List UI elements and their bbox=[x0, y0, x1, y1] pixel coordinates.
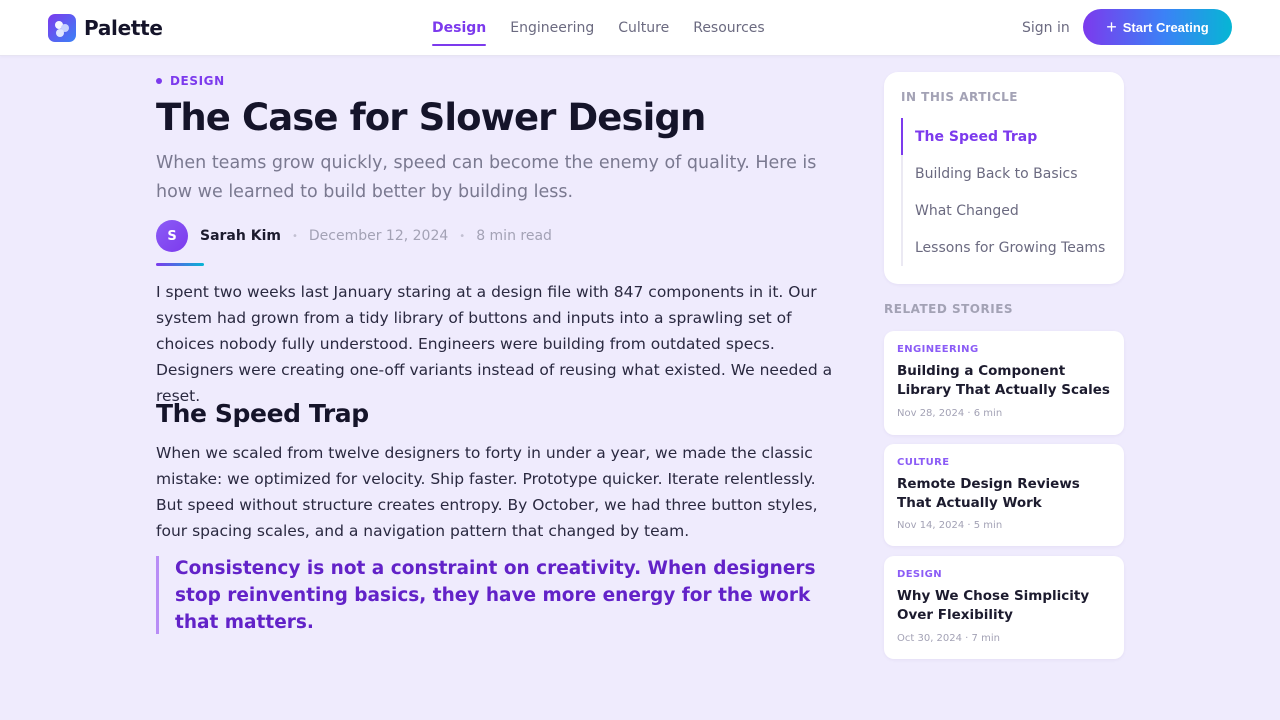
toc-item-lessons-for-growing-teams[interactable]: Lessons for Growing Teams bbox=[901, 229, 1105, 266]
story-category: DESIGN bbox=[897, 569, 943, 580]
story-meta: Nov 28, 2024 · 6 min bbox=[897, 408, 1003, 419]
toc-list: The Speed Trap Building Back to Basics W… bbox=[901, 118, 1105, 266]
nav-item-design[interactable]: Design bbox=[432, 0, 487, 56]
start-creating-button[interactable]: + Start Creating bbox=[1083, 9, 1232, 45]
toc-item-what-changed[interactable]: What Changed bbox=[901, 192, 1105, 229]
palette-logo-icon bbox=[48, 14, 76, 42]
related-story-card[interactable]: CULTURE Remote Design Reviews That Actua… bbox=[884, 444, 1124, 546]
article-byline: S Sarah Kim • December 12, 2024 • 8 min … bbox=[156, 220, 552, 252]
nav-item-engineering[interactable]: Engineering bbox=[510, 0, 594, 56]
article-paragraph: When we scaled from twelve designers to … bbox=[156, 444, 818, 540]
story-category: CULTURE bbox=[897, 457, 950, 468]
article-category: DESIGN bbox=[156, 73, 225, 89]
related-story-card[interactable]: DESIGN Why We Chose Simplicity Over Flex… bbox=[884, 556, 1124, 659]
toc-heading: IN THIS ARTICLE bbox=[901, 90, 1018, 104]
article-title: The Case for Slower Design bbox=[156, 96, 706, 139]
accent-divider bbox=[156, 263, 204, 266]
story-title: Remote Design Reviews That Actually Work bbox=[897, 476, 1080, 511]
brand-name: Palette bbox=[84, 16, 163, 40]
plus-icon: + bbox=[1106, 17, 1117, 37]
story-category: ENGINEERING bbox=[897, 344, 979, 355]
category-dot-icon bbox=[156, 78, 162, 84]
meta-separator: • bbox=[291, 230, 298, 242]
sign-in-link[interactable]: Sign in bbox=[1022, 0, 1070, 56]
author-name[interactable]: Sarah Kim bbox=[200, 228, 281, 244]
article-subtitle: When teams grow quickly, speed can becom… bbox=[156, 153, 817, 202]
start-creating-label: Start Creating bbox=[1122, 19, 1209, 35]
toc-item-the-speed-trap[interactable]: The Speed Trap bbox=[901, 118, 1105, 155]
main-nav: Design Engineering Culture Resources bbox=[432, 0, 789, 56]
story-meta: Oct 30, 2024 · 7 min bbox=[897, 633, 1000, 644]
article-category-label: DESIGN bbox=[170, 74, 225, 88]
nav-item-resources[interactable]: Resources bbox=[693, 0, 765, 56]
article-paragraph: I spent two weeks last January staring a… bbox=[156, 283, 833, 405]
meta-separator: • bbox=[459, 230, 466, 242]
nav-item-culture[interactable]: Culture bbox=[618, 0, 669, 56]
toc-item-building-back-to-basics[interactable]: Building Back to Basics bbox=[901, 155, 1105, 192]
author-avatar[interactable]: S bbox=[156, 220, 188, 252]
section-heading: The Speed Trap bbox=[156, 399, 369, 428]
publish-date: December 12, 2024 bbox=[308, 228, 449, 244]
story-meta: Nov 14, 2024 · 5 min bbox=[897, 520, 1003, 531]
table-of-contents: IN THIS ARTICLE The Speed Trap Building … bbox=[884, 72, 1124, 284]
read-time: 8 min read bbox=[476, 228, 552, 244]
related-stories-heading: RELATED STORIES bbox=[884, 302, 1014, 316]
story-title: Building a Component Library That Actual… bbox=[897, 363, 1110, 398]
brand-link[interactable]: Palette bbox=[48, 14, 163, 42]
story-title: Why We Chose Simplicity Over Flexibility bbox=[897, 588, 1090, 623]
pull-quote: Consistency is not a constraint on creat… bbox=[156, 556, 836, 634]
related-story-card[interactable]: ENGINEERING Building a Component Library… bbox=[884, 331, 1124, 435]
top-navigation-bar: Palette Design Engineering Culture Resou… bbox=[0, 0, 1280, 56]
pull-quote-text: Consistency is not a constraint on creat… bbox=[175, 557, 816, 633]
